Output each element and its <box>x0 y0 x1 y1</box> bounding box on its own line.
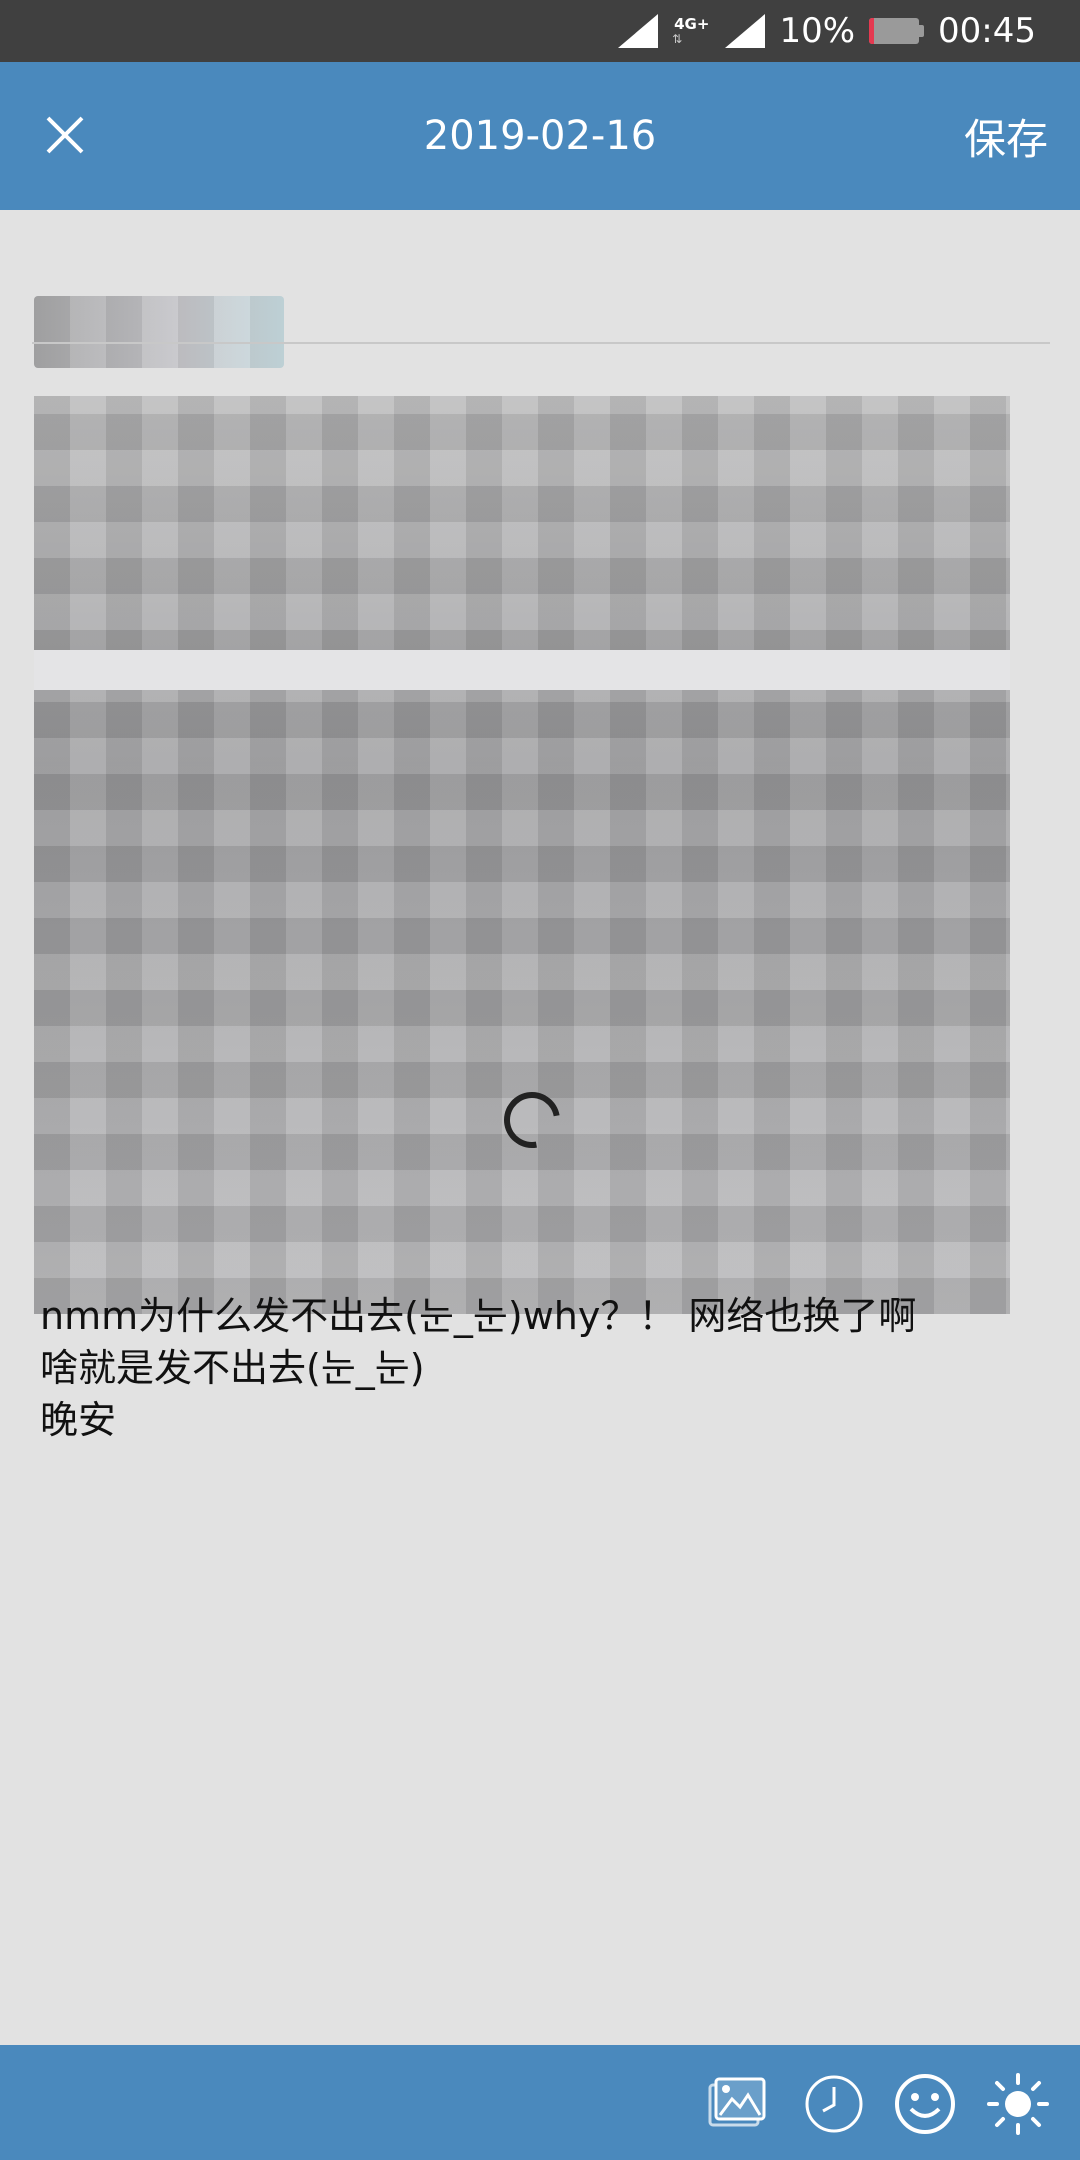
insert-image-button[interactable] <box>704 2071 770 2137</box>
battery-icon <box>869 18 925 44</box>
note-body-text[interactable]: nmm为什么发不出去(눈_눈)why？！ 网络也换了啊 啥就是发不出去(눈_눈)… <box>40 1290 1050 1446</box>
signal-icon <box>618 14 659 48</box>
battery-percent: 10% <box>779 11 856 51</box>
note-line: 晚安 <box>40 1398 117 1442</box>
signal-icon-2 <box>725 14 766 48</box>
title-divider <box>32 342 1050 344</box>
close-icon <box>46 116 84 154</box>
emoji-icon <box>895 2074 955 2134</box>
insert-time-button[interactable] <box>801 2071 867 2137</box>
brightness-button[interactable] <box>985 2071 1051 2137</box>
redacted-content-gap <box>34 650 1010 690</box>
app-bar: 2019-02-16 保存 <box>0 62 1080 210</box>
save-button[interactable]: 保存 <box>964 62 1048 210</box>
network-type: 4G+ <box>674 14 710 33</box>
brightness-icon <box>987 2073 1049 2135</box>
battery-level <box>869 18 875 44</box>
note-line: 啥就是发不出去(눈_눈) <box>40 1346 425 1390</box>
clock-icon <box>805 2075 863 2133</box>
page-title: 2019-02-16 <box>423 113 657 159</box>
insert-emoji-button[interactable] <box>892 2071 958 2137</box>
bottom-toolbar <box>0 2045 1080 2160</box>
image-icon <box>708 2077 766 2127</box>
note-editor[interactable]: nmm为什么发不出去(눈_눈)why？！ 网络也换了啊 啥就是发不出去(눈_눈)… <box>0 210 1080 2045</box>
redacted-content <box>34 396 1010 1314</box>
network-indicator: 4G+ ⇅ <box>672 14 711 46</box>
redacted-title <box>34 296 284 368</box>
close-button[interactable] <box>40 110 90 160</box>
title-field[interactable] <box>34 252 1044 368</box>
status-bar: 4G+ ⇅ 10% 00:45 <box>0 0 1080 62</box>
status-time: 00:45 <box>938 11 1036 51</box>
note-line: nmm为什么发不出去(눈_눈)why？！ 网络也换了啊 <box>40 1294 917 1338</box>
data-arrows-icon: ⇅ <box>672 31 683 46</box>
